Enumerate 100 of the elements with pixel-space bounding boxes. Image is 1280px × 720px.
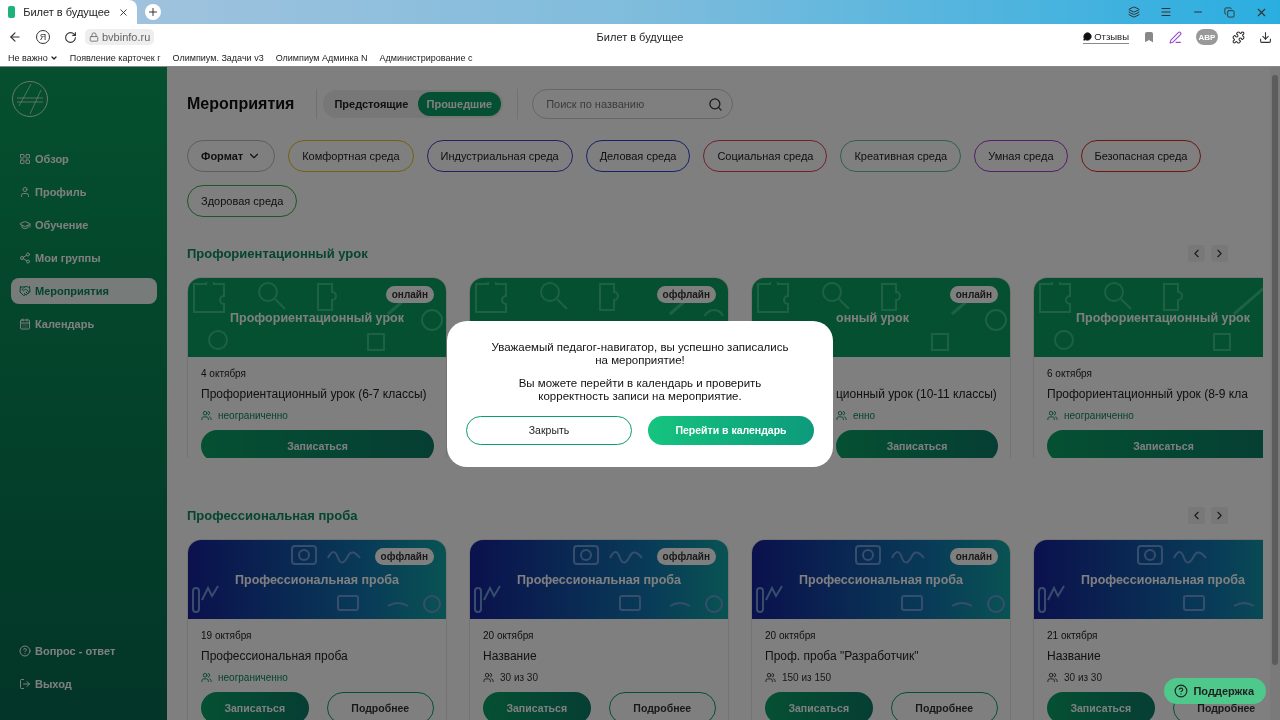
event-date: 6 октября [1047,368,1092,379]
graduation-cap-icon [19,219,31,231]
logo-icon [11,80,49,118]
previous-button[interactable] [1188,245,1205,262]
download-icon[interactable] [1259,30,1272,44]
page-heading: Мероприятия [187,95,295,113]
bookmark-folder[interactable]: Не важно [8,53,58,63]
banner-title: Профориентационный урок [1076,310,1250,325]
details-button[interactable]: Подробнее [326,692,434,720]
signup-button[interactable]: Записаться [201,430,434,458]
puzzle-icon[interactable] [1232,30,1245,44]
details-button[interactable]: Подробнее [608,692,716,720]
sidebar-item[interactable]: Календарь [11,311,157,337]
question-icon [1174,684,1189,698]
sidebar-item[interactable]: Вопрос - ответ [11,638,157,664]
banner-title: Профессиональная проба [517,572,681,587]
nodes-icon [19,252,31,264]
sidebar-item[interactable]: Профиль [11,179,157,205]
people-icon [201,410,212,421]
people-icon [765,672,776,683]
people-icon [201,672,212,683]
event-title: ционный урок (10-11 классы) [836,387,998,401]
new-tab-button[interactable] [145,4,161,20]
signup-button[interactable]: Записаться [201,692,309,720]
adblock-button[interactable]: ABP [1196,29,1218,45]
address-field[interactable]: bvbinfo.ru [85,29,155,45]
handshake-icon [19,285,31,297]
format-badge: онлайн [949,286,998,303]
logout-icon [19,678,31,690]
dialog-message: Уважаемый педагог-навигатор, вы успешно записались на мероприятие! [490,340,790,367]
event-title: Профориентационный урок (8-9 кла [1047,387,1249,401]
toggle-tab[interactable]: Прошедшие [417,92,502,116]
capacity-text: енно [853,410,876,421]
search-field[interactable]: Поиск по названию [532,89,734,119]
caret-icon [49,54,58,62]
signup-button[interactable]: Записаться [483,692,591,720]
format-badge: онлайн [949,548,998,565]
back-icon[interactable] [8,30,22,44]
bookmark-link[interactable]: Администрирование с [379,53,473,63]
event-date: 20 октября [483,630,534,641]
signup-button[interactable]: Записаться [1047,692,1155,720]
event-title: Профессиональная проба [201,649,349,663]
dialog-hint: Вы можете перейти в календарь и проверить корректность записи на мероприятие. [517,376,763,403]
signup-button[interactable]: Записаться [1047,430,1263,458]
close-icon[interactable] [118,6,129,18]
banner-title: Профессиональная проба [235,572,399,587]
calendar-icon [19,318,31,330]
banner-title: Профессиональная проба [1081,572,1245,587]
toggle-tab[interactable]: Предстоящие [325,92,418,116]
question-icon [19,645,31,657]
next-button[interactable] [1211,507,1228,524]
event-title: Название [1047,649,1102,663]
people-icon [836,410,847,421]
lock-icon [89,32,99,42]
banner-title: Профессиональная проба [799,572,963,587]
format-badge: оффлайн [656,548,716,565]
sidebar-item[interactable]: Мероприятия [11,278,157,304]
pen-icon[interactable] [1169,30,1182,44]
reload-icon[interactable] [64,30,77,44]
next-button[interactable] [1211,245,1228,262]
grid-icon [19,153,31,165]
support-button[interactable]: Поддержка [1164,678,1266,704]
browser-tab[interactable]: Билет в будущее [0,0,137,24]
close-button[interactable]: Закрыть [466,415,632,445]
event-date: 20 октября [765,630,816,641]
details-button[interactable]: Подробнее [890,692,998,720]
signup-button[interactable]: Записаться [836,430,998,458]
restore-icon[interactable] [1224,6,1235,18]
bookmark-link[interactable]: Появление карточек г [69,53,161,63]
event-title: Проф. проба "Разработчик" [765,649,920,663]
section-title: Профориентационный урок [187,246,368,261]
previous-button[interactable] [1188,507,1205,524]
sidebar-item[interactable]: Обучение [11,212,157,238]
banner-title: онный урок [836,310,909,325]
sidebar-item[interactable]: Мои группы [11,245,157,271]
people-icon [483,672,494,683]
search-icon[interactable] [708,96,724,112]
capacity-text: 150 из 150 [782,672,832,683]
speech-bubble-icon [1083,31,1093,41]
capacity-text: неограниченно [218,410,288,421]
page-title: Билет в будущее [596,31,684,43]
user-icon [19,186,31,198]
signup-button[interactable]: Записаться [765,692,873,720]
plus-icon [147,6,159,18]
bookmark-icon[interactable] [1143,31,1155,43]
site-favicon-icon [8,6,16,18]
menu-icon[interactable] [1160,6,1172,18]
bookmark-link[interactable]: Олимпиум Админка N [275,53,368,63]
sidebar-item[interactable]: Обзор [11,146,157,172]
calendar-button[interactable]: Перейти в календарь [648,415,814,445]
section-title: Профессиональная проба [187,508,358,523]
sidebar-item[interactable]: Выход [11,671,157,697]
event-date: 19 октября [201,630,252,641]
tabs-icon[interactable] [1128,6,1140,18]
banner-title: Профориентационный урок [230,310,404,325]
bookmark-link[interactable]: Олимпиум. Задачи v3 [172,53,264,63]
reviews-button[interactable]: Отзывы [1083,30,1129,44]
format-badge: онлайн [385,286,434,303]
event-date: 4 октября [201,368,246,379]
capacity-text: 30 из 30 [1064,672,1102,683]
